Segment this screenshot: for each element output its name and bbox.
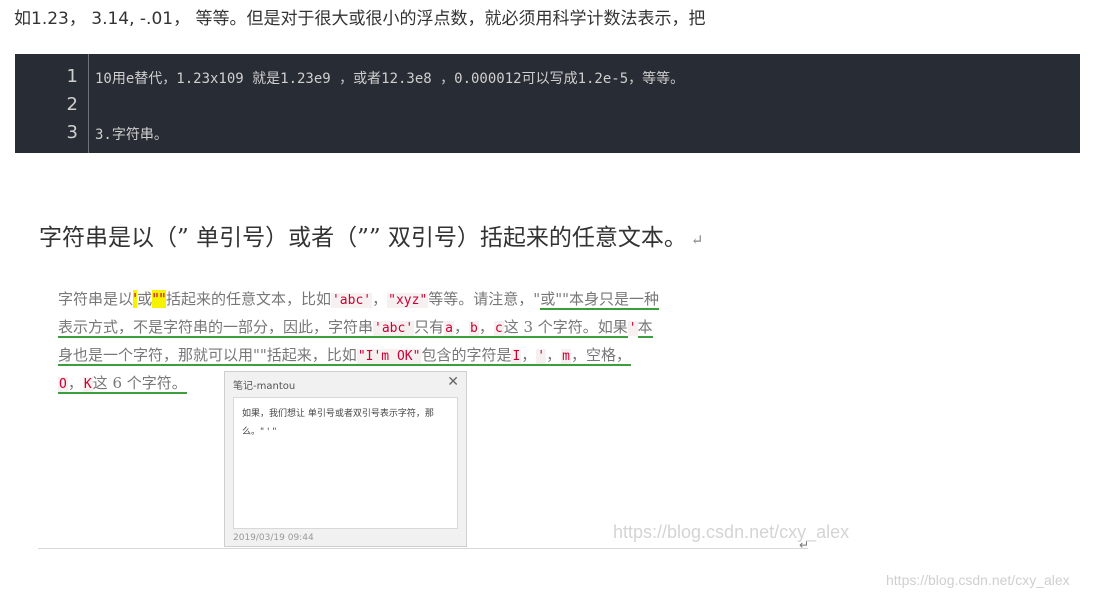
paragraph-line: 字符串是以'或""括起来的任意文本，比如'abc'，"xyz"等等。请注意，"或… — [58, 286, 778, 314]
text-run: 这 3 个字符。 — [503, 318, 598, 336]
text-run: ， — [478, 318, 494, 336]
code-line: 10用e替代，1.23x109 就是1.23e9 ，或者12.3e8 ，0.00… — [95, 71, 685, 87]
inline-code: ' — [536, 349, 547, 364]
text-run: ，空格， — [570, 346, 631, 364]
text-run: 包含的字符是 — [421, 346, 512, 364]
divider — [38, 548, 808, 549]
comment-date: 2019/03/19 09:44 — [233, 533, 314, 543]
paragraph-mark-icon: ↵ — [690, 231, 704, 249]
text-run: 只有 — [414, 318, 445, 336]
inline-code: c — [493, 321, 504, 336]
underlined-text: 如果 — [597, 318, 628, 338]
text-run: 这 6 个字符。 — [92, 374, 187, 392]
text-run: ， — [546, 346, 562, 364]
inline-code: m — [561, 349, 571, 364]
inline-code: I — [511, 349, 522, 364]
underlined-text: 身也是一个字符，那就可以用""括起来，比如"I'm OK"包含的字符是I，'，m… — [58, 346, 631, 366]
code-line: 3.字符串。 — [95, 127, 168, 143]
close-icon[interactable]: ✕ — [447, 374, 459, 390]
watermark: https://blog.csdn.net/cxy_alex — [886, 572, 1070, 588]
inline-code: a — [444, 321, 454, 336]
code-block: 1 2 3 10用e替代，1.23x109 就是1.23e9 ，或者12.3e8… — [15, 54, 1080, 153]
inline-code: b — [469, 321, 479, 336]
inline-code: "I'm OK" — [356, 349, 422, 364]
comment-title: 笔记-mantou — [233, 381, 296, 392]
text-run: ， — [521, 346, 537, 364]
text-run: 括起来的任意文本，比如 — [165, 290, 331, 308]
inline-code: 'abc' — [330, 293, 373, 308]
line-number-gutter: 1 2 3 — [15, 54, 89, 153]
doc-heading-text: 字符串是以（” 单引号）或者（”” 双引号）括起来的任意文本。 — [39, 225, 687, 251]
text-run: 或 — [137, 290, 153, 308]
inline-code: K — [82, 377, 93, 392]
underlined-text: 本 — [637, 318, 653, 338]
text-run: ， — [454, 318, 470, 336]
text-run: ， — [67, 374, 83, 392]
inline-code: 'abc' — [373, 321, 415, 336]
paragraph-line: 表示方式，不是字符串的一部分，因此，字符串'abc'只有a，b，c这 3 个字符… — [58, 314, 778, 342]
document-screenshot: 字符串是以（” 单引号）或者（”” 双引号）括起来的任意文本。 ↵ 字符串是以 ' 或… — [0, 190, 1103, 600]
line-number: 1 — [66, 66, 78, 87]
watermark: https://blog.csdn.net/cxy_alex — [613, 522, 850, 542]
text-run: 身也是一个字符，那就可以用""括起来，比如 — [58, 346, 357, 364]
inline-code: ' — [627, 321, 638, 336]
text-run: ， — [372, 290, 388, 308]
text-run: 表示方式，不是字符串的一部分，因此，字符串 — [58, 318, 374, 336]
line-number: 3 — [66, 122, 78, 143]
doc-heading: 字符串是以（” 单引号）或者（”” 双引号）括起来的任意文本。 ↵ — [39, 218, 703, 252]
underlined-text: 或""本身只是一种 — [540, 290, 659, 310]
underlined-text: 表示方式，不是字符串的一部分，因此，字符串'abc'只有a，b，c这 3 个字符… — [58, 318, 598, 338]
text-run: 等等。请注意，" — [428, 290, 541, 308]
inline-code: O — [58, 377, 68, 392]
highlighted-text: "" — [152, 290, 166, 308]
underlined-text: O，K这 6 个字符。 — [58, 374, 187, 394]
inline-code: "xyz" — [387, 293, 429, 308]
intro-paragraph: 如1.23， 3.14, -.01， 等等。但是对于很大或很小的浮点数，就必须用… — [14, 9, 706, 29]
line-number: 2 — [66, 94, 78, 115]
text-run: 字符串是以 — [58, 290, 134, 308]
comment-body[interactable]: 如果，我们想让 单引号或者双引号表示字符，那么。" ' " — [233, 397, 458, 529]
comment-popup: 笔记-mantou ✕ 如果，我们想让 单引号或者双引号表示字符，那么。" ' … — [224, 371, 467, 547]
paragraph-line: 身也是一个字符，那就可以用""括起来，比如"I'm OK"包含的字符是I，'，m… — [58, 342, 778, 370]
